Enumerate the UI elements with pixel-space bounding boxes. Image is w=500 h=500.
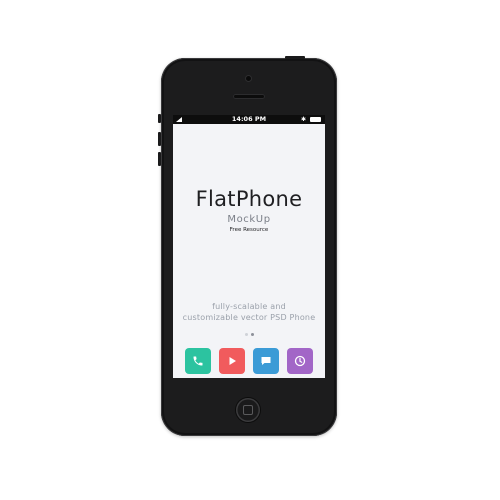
page-indicator[interactable] <box>173 333 325 336</box>
volume-down-button[interactable] <box>158 152 161 166</box>
phone-app-button[interactable] <box>185 348 211 374</box>
clock-app-button[interactable] <box>287 348 313 374</box>
tagline: fully-scalable and customizable vector P… <box>173 301 325 323</box>
app-subtitle: MockUp <box>227 214 271 225</box>
home-square-icon <box>243 405 253 415</box>
power-button[interactable] <box>285 56 305 59</box>
chat-bubble-icon <box>261 357 271 365</box>
earpiece-speaker <box>233 94 265 99</box>
app-caption: Free Resource <box>229 227 269 233</box>
app-title: FlatPhone <box>195 187 303 211</box>
play-icon <box>229 357 236 365</box>
ringer-switch[interactable] <box>158 114 161 123</box>
front-camera <box>246 76 251 81</box>
tagline-line-1: fully-scalable and <box>212 302 286 311</box>
status-bar: 14:06 PM ✱ <box>173 115 325 124</box>
video-app-button[interactable] <box>219 348 245 374</box>
clock-icon <box>294 355 306 367</box>
phone-mockup: 14:06 PM ✱ FlatPhone MockUp Free Resourc… <box>158 56 337 436</box>
home-button[interactable] <box>236 398 260 422</box>
phone-icon <box>193 356 203 366</box>
volume-up-button[interactable] <box>158 132 161 146</box>
page-dot[interactable] <box>244 333 248 336</box>
app-dock <box>173 344 325 378</box>
gear-icon: ✱ <box>300 116 306 123</box>
page-dot[interactable] <box>250 333 254 336</box>
messages-app-button[interactable] <box>253 348 279 374</box>
phone-screen: 14:06 PM ✱ FlatPhone MockUp Free Resourc… <box>173 115 325 378</box>
tagline-line-2: customizable vector PSD Phone <box>182 313 316 322</box>
battery-icon <box>310 117 321 122</box>
